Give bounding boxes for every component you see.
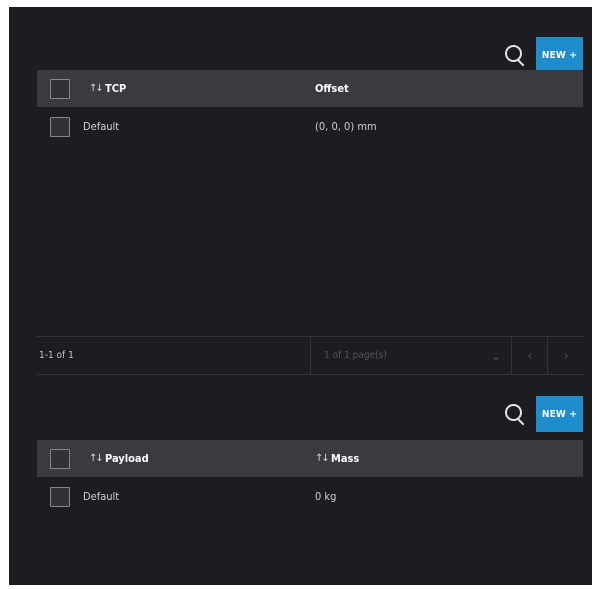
table-row[interactable]: Default (0, 0, 0) mm [37, 108, 583, 145]
payload-table-header: ↑↓ Payload ↑↓ Mass [37, 440, 583, 477]
sort-icon[interactable]: ↑↓ [89, 83, 105, 94]
pagination-count: 1-1 of 1 [39, 350, 74, 361]
pagination-bar: 1-1 of 1 1 of 1 page(s) ⌄ ‹ › [37, 336, 583, 375]
search-icon[interactable] [504, 44, 526, 67]
select-all-checkbox[interactable] [50, 448, 70, 469]
payload-name: Default [83, 490, 120, 503]
payload-mass: 0 kg [315, 490, 337, 503]
select-all-checkbox[interactable] [50, 78, 70, 99]
sort-icon[interactable]: ↑↓ [315, 453, 331, 464]
main-panel: NEW + ↑↓ TCP Offset Default (0, 0, 0) mm… [9, 7, 592, 585]
next-page-button[interactable]: › [547, 337, 584, 374]
tcp-table-header: ↑↓ TCP Offset [37, 70, 583, 107]
payload-column-header[interactable]: Payload [105, 452, 149, 465]
mass-column-header[interactable]: Mass [331, 452, 359, 465]
page-select[interactable]: 1 of 1 page(s) ⌄ [310, 337, 511, 374]
chevron-down-icon: ⌄ [490, 348, 501, 363]
row-checkbox[interactable] [50, 116, 70, 137]
new-payload-button[interactable]: NEW + [536, 396, 583, 432]
new-tcp-button[interactable]: NEW + [536, 37, 583, 73]
row-checkbox[interactable] [50, 486, 70, 507]
tcp-offset: (0, 0, 0) mm [315, 120, 377, 133]
page-select-value: 1 of 1 page(s) [324, 350, 387, 361]
tcp-column-header[interactable]: TCP [105, 82, 126, 95]
tcp-name: Default [83, 120, 120, 133]
sort-icon[interactable]: ↑↓ [89, 453, 105, 464]
table-row[interactable]: Default 0 kg [37, 478, 583, 515]
payload-toolbar: NEW + [504, 396, 583, 432]
tcp-toolbar: NEW + [504, 37, 583, 73]
prev-page-button[interactable]: ‹ [511, 337, 548, 374]
offset-column-header: Offset [315, 82, 349, 95]
search-icon[interactable] [504, 403, 526, 426]
